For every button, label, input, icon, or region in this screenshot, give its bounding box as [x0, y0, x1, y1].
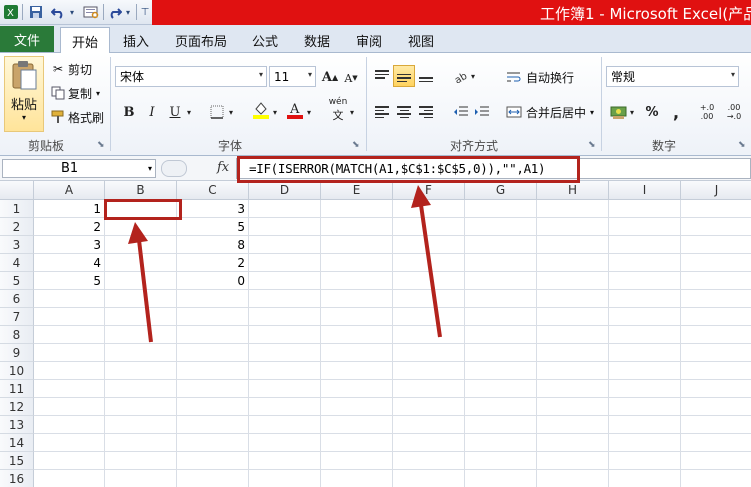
annotation-arrows	[128, 185, 442, 343]
arrow-to-cell	[137, 239, 153, 343]
arrow-to-formula-head	[411, 185, 431, 208]
arrow-to-cell-head	[128, 222, 148, 244]
arrow-to-formula	[419, 204, 442, 338]
